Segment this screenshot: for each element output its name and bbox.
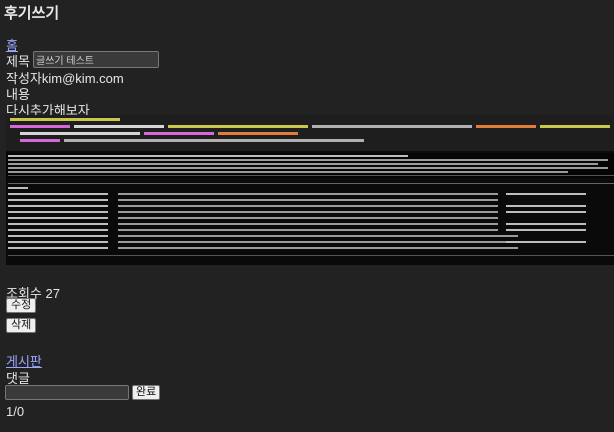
delete-button[interactable]: 삭제 (6, 318, 37, 333)
author-value: kim@kim.com (41, 71, 124, 86)
title-label: 제목 (6, 54, 30, 69)
comment-input[interactable] (5, 385, 129, 400)
views-count: 27 (45, 286, 60, 301)
comments-pagination: 1/0 (6, 404, 25, 419)
page-title: 후기쓰기 (4, 5, 60, 22)
edit-button[interactable]: 수정 (6, 298, 37, 313)
comment-submit-button[interactable]: 완료 (132, 385, 161, 400)
content-screenshot-image (6, 115, 614, 265)
title-field[interactable] (33, 51, 159, 68)
